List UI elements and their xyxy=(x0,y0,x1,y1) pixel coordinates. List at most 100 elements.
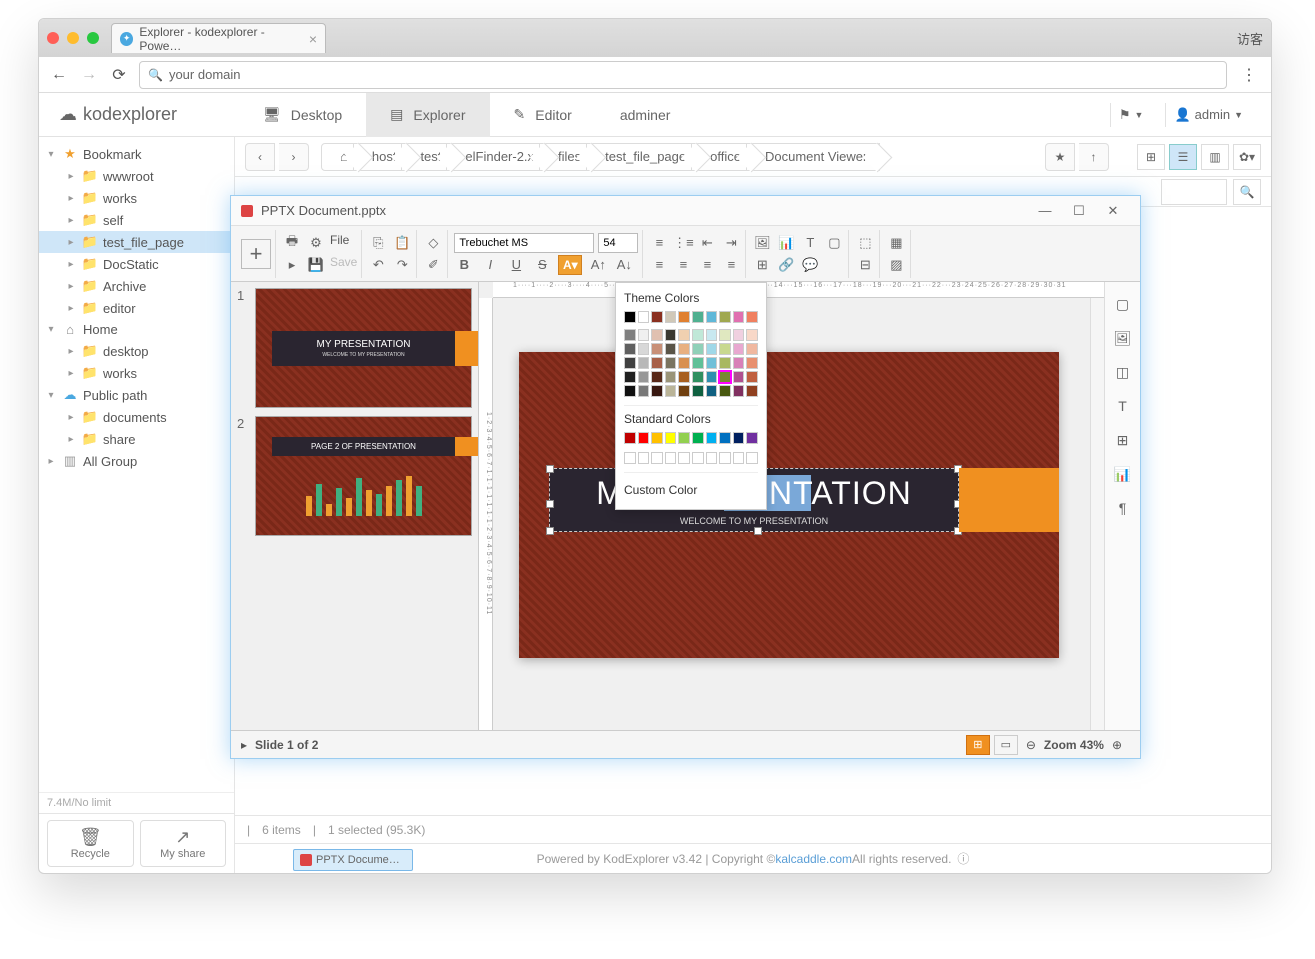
recycle-button[interactable]: 🗑Recycle xyxy=(47,820,134,867)
color-swatch[interactable] xyxy=(651,357,663,369)
file-menu[interactable]: File xyxy=(330,233,349,253)
chart2-settings-icon[interactable]: 📊 xyxy=(1113,464,1133,484)
reload-icon[interactable]: ⟳ xyxy=(109,65,129,85)
sidebar-item-self[interactable]: ▸📁self xyxy=(39,209,234,231)
font-select[interactable]: Trebuchet MS xyxy=(454,233,594,253)
color-swatch[interactable] xyxy=(746,311,758,323)
color-swatch[interactable] xyxy=(624,311,636,323)
image-icon[interactable]: 🖼 xyxy=(752,233,772,253)
taskbar-item[interactable]: PPTX Docume… xyxy=(293,849,413,871)
gear-icon[interactable]: ⚙ xyxy=(306,233,326,253)
sidebar-item-Archive[interactable]: ▸📁Archive xyxy=(39,275,234,297)
color-swatch[interactable] xyxy=(624,329,636,341)
sidebar-item-wwwroot[interactable]: ▸📁wwwroot xyxy=(39,165,234,187)
scrollbar[interactable] xyxy=(1090,298,1104,730)
sidebar-item-editor[interactable]: ▸📁editor xyxy=(39,297,234,319)
color-swatch[interactable] xyxy=(638,357,650,369)
theme-icon[interactable]: ▨ xyxy=(886,255,906,275)
play-icon[interactable]: ▸ xyxy=(282,255,302,275)
indent-icon[interactable]: ⇥ xyxy=(721,233,741,253)
color-swatch[interactable] xyxy=(678,371,690,383)
image-settings-icon[interactable]: 🖼 xyxy=(1113,328,1133,348)
layout-icon[interactable]: ▦ xyxy=(886,233,906,253)
font-shrink-icon[interactable]: A↓ xyxy=(614,255,634,275)
sidebar-bookmark[interactable]: ▾★Bookmark xyxy=(39,143,234,165)
color-swatch[interactable] xyxy=(719,385,731,397)
sidebar-public[interactable]: ▾☁Public path xyxy=(39,384,234,406)
add-slide-button[interactable]: + xyxy=(241,239,271,269)
bullets-icon[interactable]: ≡ xyxy=(649,233,669,253)
bold-icon[interactable]: B xyxy=(454,255,474,275)
shape-icon[interactable]: ▢ xyxy=(824,233,844,253)
color-swatch[interactable] xyxy=(706,432,718,444)
color-swatch[interactable] xyxy=(746,452,758,464)
numbering-icon[interactable]: ⋮≡ xyxy=(673,233,693,253)
align-right-icon[interactable]: ≡ xyxy=(697,255,717,275)
view-list[interactable]: ☰ xyxy=(1169,144,1197,170)
save-icon[interactable]: 💾 xyxy=(306,255,326,275)
view-grid[interactable]: ⊞ xyxy=(1137,144,1165,170)
color-swatch[interactable] xyxy=(665,385,677,397)
color-swatch[interactable] xyxy=(733,329,745,341)
color-swatch[interactable] xyxy=(746,371,758,383)
browser-tab[interactable]: ✦ Explorer - kodexplorer - Powe… × xyxy=(111,23,326,53)
search-button[interactable]: 🔍 xyxy=(1233,179,1261,205)
color-swatch[interactable] xyxy=(706,329,718,341)
color-swatch[interactable] xyxy=(665,371,677,383)
redo-icon[interactable]: ↷ xyxy=(392,255,412,275)
save-button[interactable]: Save xyxy=(330,255,357,275)
color-swatch[interactable] xyxy=(719,343,731,355)
color-swatch[interactable] xyxy=(624,385,636,397)
close-window[interactable] xyxy=(47,32,59,44)
sidebar-item-DocStatic[interactable]: ▸📁DocStatic xyxy=(39,253,234,275)
color-swatch[interactable] xyxy=(746,385,758,397)
color-swatch[interactable] xyxy=(719,452,731,464)
chart-icon[interactable]: 📊 xyxy=(776,233,796,253)
color-swatch[interactable] xyxy=(638,329,650,341)
sidebar-item-works[interactable]: ▸📁works xyxy=(39,187,234,209)
color-swatch[interactable] xyxy=(733,311,745,323)
color-swatch[interactable] xyxy=(706,452,718,464)
text-icon[interactable]: T xyxy=(800,233,820,253)
close-tab-icon[interactable]: × xyxy=(309,31,317,47)
color-swatch[interactable] xyxy=(692,452,704,464)
table-settings-icon[interactable]: ⊞ xyxy=(1113,430,1133,450)
color-swatch[interactable] xyxy=(733,371,745,383)
slide-canvas[interactable]: MY PRESENTATION WELCOME TO MY PRESENTATI… xyxy=(519,352,1059,658)
canvas-area[interactable]: 1····1····2····3····4····5····6····7····… xyxy=(479,282,1104,730)
myshare-button[interactable]: ↗My share xyxy=(140,820,227,867)
color-swatch[interactable] xyxy=(665,343,677,355)
color-swatch[interactable] xyxy=(624,343,636,355)
color-swatch[interactable] xyxy=(706,311,718,323)
color-swatch[interactable] xyxy=(624,357,636,369)
text-settings-icon[interactable]: T xyxy=(1113,396,1133,416)
zoom-in-icon[interactable]: ⊕ xyxy=(1112,738,1122,752)
color-swatch[interactable] xyxy=(706,371,718,383)
color-swatch[interactable] xyxy=(678,311,690,323)
sidebar-home[interactable]: ▾⌂Home xyxy=(39,319,234,340)
copy-icon[interactable]: ⎘ xyxy=(368,233,388,253)
tab-editor[interactable]: ✎Editor xyxy=(490,93,596,137)
play-icon[interactable]: ▸ xyxy=(241,738,247,752)
custom-color-button[interactable]: Custom Color xyxy=(624,479,758,501)
link-icon[interactable]: 🔗 xyxy=(776,255,796,275)
color-swatch[interactable] xyxy=(678,452,690,464)
color-swatch[interactable] xyxy=(733,343,745,355)
color-swatch[interactable] xyxy=(692,329,704,341)
sidebar-item-test_file_page[interactable]: ▸📁test_file_page xyxy=(39,231,234,253)
color-swatch[interactable] xyxy=(706,385,718,397)
forward-icon[interactable]: → xyxy=(79,66,99,84)
color-swatch[interactable] xyxy=(733,432,745,444)
user-menu[interactable]: 👤admin▼ xyxy=(1165,103,1251,127)
undo-icon[interactable]: ↶ xyxy=(368,255,388,275)
color-swatch[interactable] xyxy=(746,343,758,355)
sidebar-item-share[interactable]: ▸📁share xyxy=(39,428,234,450)
flag-menu[interactable]: ⚑▼ xyxy=(1110,103,1152,127)
color-swatch[interactable] xyxy=(692,385,704,397)
paste-icon[interactable]: 📋 xyxy=(392,233,412,253)
color-swatch[interactable] xyxy=(651,329,663,341)
eraser-icon[interactable]: ◇ xyxy=(423,233,443,253)
color-swatch[interactable] xyxy=(678,329,690,341)
close-button[interactable]: ✕ xyxy=(1096,197,1130,225)
outdent-icon[interactable]: ⇤ xyxy=(697,233,717,253)
